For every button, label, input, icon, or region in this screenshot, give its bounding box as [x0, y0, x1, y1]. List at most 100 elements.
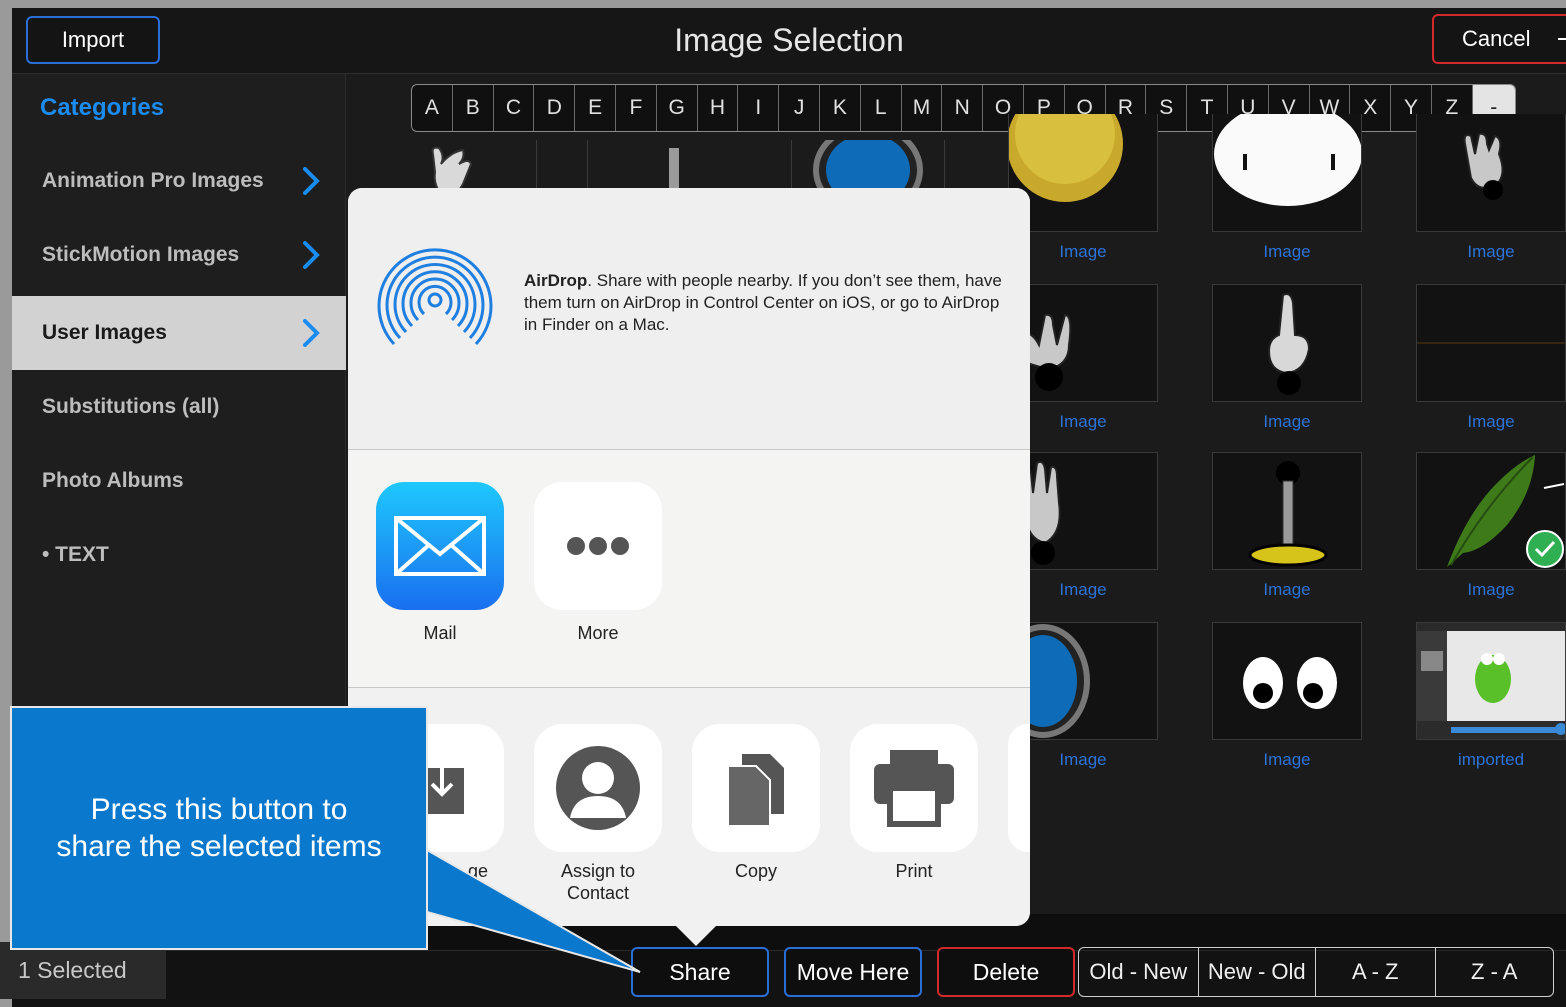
cancel-button[interactable]: Cancel: [1432, 14, 1566, 64]
sidebar-item-label: User Images: [42, 321, 167, 344]
airdrop-section[interactable]: AirDrop. Share with people nearby. If yo…: [348, 188, 1030, 450]
image-cell[interactable]: [1212, 622, 1362, 740]
copy-icon: [727, 754, 784, 827]
chevron-right-icon: [303, 167, 320, 195]
selected-checkmark-icon: [1526, 530, 1564, 568]
sidebar-item-user-images[interactable]: User Images: [12, 296, 346, 370]
chevron-right-icon: [303, 241, 320, 269]
imported-screenshot-thumbnail: [1417, 623, 1565, 739]
image-cell[interactable]: [1008, 452, 1158, 570]
page-title: Image Selection: [674, 22, 904, 58]
image-cell-label: imported: [1457, 750, 1525, 769]
alphabet-letter[interactable]: I: [738, 85, 780, 131]
sort-a-z-option[interactable]: A - Z: [1316, 948, 1436, 996]
image-cell[interactable]: [1416, 114, 1566, 232]
alphabet-letter[interactable]: N: [942, 85, 984, 131]
white-face-thumbnail: [1214, 114, 1361, 206]
image-cell[interactable]: [1212, 114, 1362, 232]
sidebar-item-animation-pro-images[interactable]: Animation Pro Images: [12, 144, 346, 218]
popover-pointer: [674, 924, 718, 946]
assign-to-contact-label: Assign to Contact: [560, 861, 636, 903]
more-actions-button[interactable]: [1008, 724, 1030, 852]
sort-segmented-control: Old - New New - Old A - Z Z - A: [1078, 947, 1554, 997]
assign-to-contact-button[interactable]: [534, 724, 662, 852]
image-cell-label: Image: [1059, 580, 1107, 599]
alphabet-letter[interactable]: B: [453, 85, 494, 131]
copy-button[interactable]: [692, 724, 820, 852]
image-cell-label: Image: [1059, 412, 1107, 431]
mail-icon: [394, 516, 486, 576]
airdrop-title: AirDrop: [524, 271, 588, 290]
pointer-arrow-icon: [1543, 483, 1565, 489]
sidebar-item-label: StickMotion Images: [42, 243, 240, 266]
image-cell[interactable]: [1008, 622, 1158, 740]
sidebar-item-substitutions[interactable]: Substitutions (all): [12, 370, 346, 444]
joystick-thumbnail: [1248, 461, 1328, 567]
share-apps-row: Mail More: [348, 450, 1030, 688]
more-icon: [567, 537, 629, 555]
image-cell-label: Image: [1263, 412, 1311, 431]
sidebar-item-stickmotion-images[interactable]: StickMotion Images: [12, 218, 346, 292]
hand-open-thumbnail: [1021, 460, 1061, 565]
alphabet-letter[interactable]: G: [657, 85, 698, 131]
alphabet-letter[interactable]: E: [575, 85, 616, 131]
sidebar-item-photo-albums[interactable]: Photo Albums: [12, 444, 346, 518]
alphabet-letter[interactable]: F: [616, 85, 657, 131]
mail-app-button[interactable]: [376, 482, 504, 610]
hand-rock-thumbnail: [1009, 313, 1072, 391]
alphabet-letter[interactable]: A: [412, 85, 453, 131]
blue-eye-thumbnail: [1009, 624, 1090, 738]
share-actions-row: ge Assign to Contact Copy Print: [348, 688, 1030, 926]
image-cell-label: Image: [1059, 242, 1107, 261]
airdrop-icon: [377, 248, 493, 346]
copy-label: Copy: [734, 861, 778, 881]
alphabet-letter[interactable]: C: [494, 85, 535, 131]
image-cell-label: Image: [1467, 242, 1515, 261]
share-button[interactable]: Share: [631, 947, 769, 997]
sidebar-item-label: Substitutions (all): [42, 395, 220, 418]
contact-icon: [556, 746, 640, 830]
image-cell-label: Image: [1059, 750, 1107, 769]
sort-new-old-option[interactable]: New - Old: [1199, 948, 1316, 996]
move-here-button[interactable]: Move Here: [784, 947, 922, 997]
alphabet-letter[interactable]: M: [902, 85, 943, 131]
image-cell-label: Image: [1263, 750, 1311, 769]
image-cell-label: Image: [1263, 242, 1311, 261]
empty-line-thumbnail: [1417, 342, 1565, 344]
print-button[interactable]: [850, 724, 978, 852]
airdrop-description: AirDrop. Share with people nearby. If yo…: [524, 270, 1004, 336]
image-cell-label: Image: [1263, 580, 1311, 599]
sidebar-item-text[interactable]: • TEXT: [12, 518, 346, 592]
chevron-right-icon: [303, 319, 320, 347]
cartoon-eyes-thumbnail: [1243, 657, 1337, 709]
selection-count: 1 Selected: [0, 942, 166, 999]
image-cell[interactable]: [1212, 452, 1362, 570]
image-cell[interactable]: [1008, 284, 1158, 402]
alphabet-letter[interactable]: K: [820, 85, 861, 131]
more-apps-button[interactable]: [534, 482, 662, 610]
alphabet-letter[interactable]: L: [861, 85, 902, 131]
delete-button[interactable]: Delete: [937, 947, 1075, 997]
share-sheet-popover: AirDrop. Share with people nearby. If yo…: [348, 188, 1030, 926]
categories-heading: Categories: [40, 94, 165, 121]
help-callout: Press this button to share the selected …: [10, 706, 428, 950]
image-cell[interactable]: [1008, 114, 1158, 232]
image-cell[interactable]: [1212, 284, 1362, 402]
image-cell[interactable]: [1416, 284, 1566, 402]
airdrop-body: . Share with people nearby. If you don’t…: [524, 271, 1002, 334]
yellow-circle-thumbnail: [1009, 114, 1123, 202]
sidebar-item-label: • TEXT: [42, 543, 109, 566]
image-cell-label: Image: [1467, 412, 1515, 431]
sort-old-new-option[interactable]: Old - New: [1079, 948, 1199, 996]
hand-pointing-thumbnail: [1267, 293, 1311, 395]
print-label: Print: [895, 861, 933, 881]
alphabet-letter[interactable]: D: [534, 85, 576, 131]
sidebar-item-label: Photo Albums: [42, 469, 184, 492]
hand-thumbnail: [1463, 132, 1504, 200]
pointer-arrow-icon: [1558, 38, 1566, 40]
alphabet-letter[interactable]: J: [779, 85, 820, 131]
image-cell[interactable]: [1416, 622, 1566, 740]
sort-z-a-option[interactable]: Z - A: [1436, 948, 1554, 996]
image-cell[interactable]: [1416, 452, 1566, 570]
alphabet-letter[interactable]: H: [698, 85, 739, 131]
